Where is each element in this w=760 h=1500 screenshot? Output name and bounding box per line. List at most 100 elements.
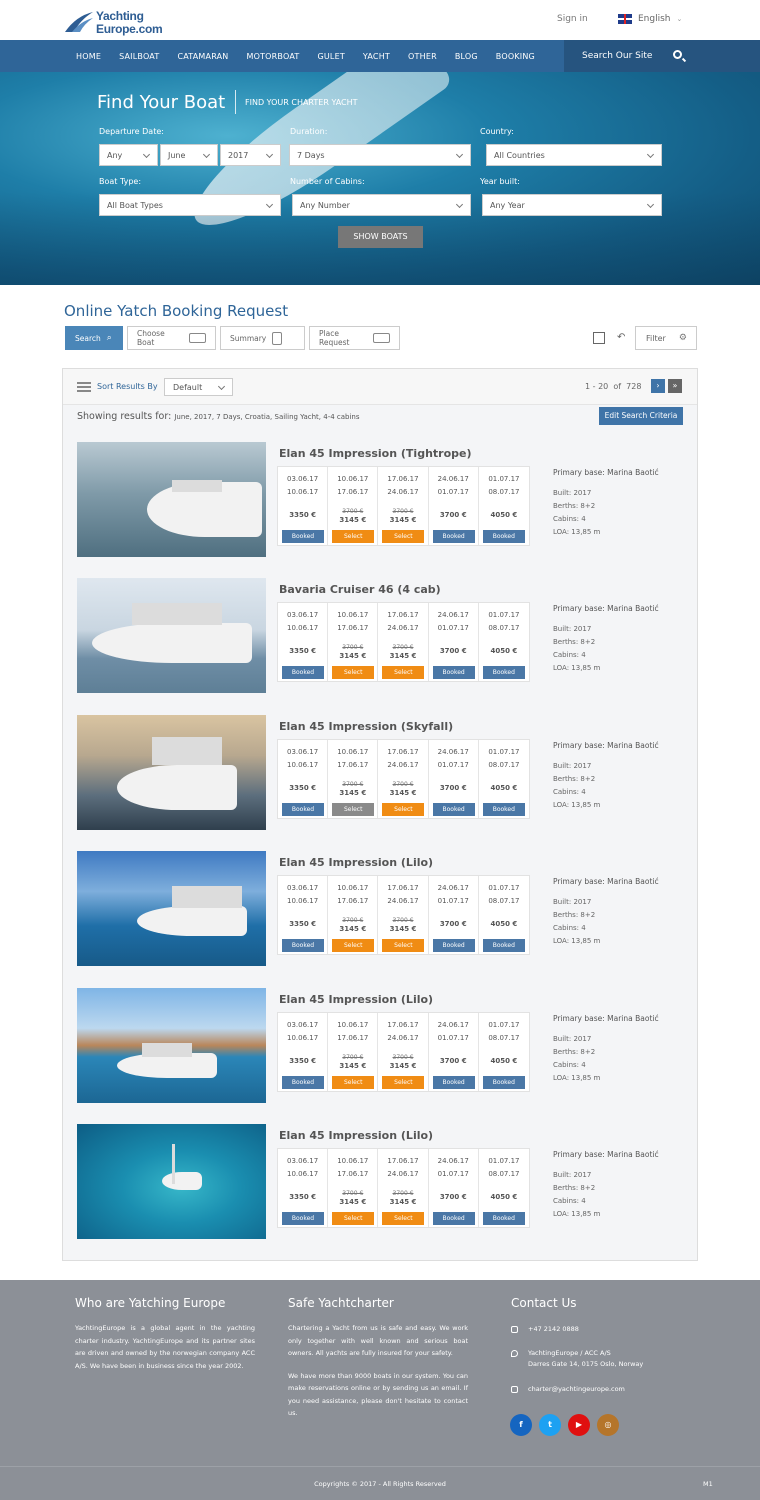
boat-name[interactable]: Bavaria Cruiser 46 (4 cab) [279, 583, 441, 596]
youtube-icon[interactable]: ▶ [568, 1414, 590, 1436]
site-search[interactable]: Search Our Site [564, 40, 760, 72]
duration-select[interactable]: 7 Days [289, 144, 471, 166]
search-icon[interactable] [673, 50, 682, 59]
step-place-request[interactable]: Place Request [309, 326, 400, 350]
period-column: 01.07.17 08.07.17 4050 € Booked [479, 1013, 529, 1091]
period-to: 17.06.17 [337, 760, 369, 769]
menu-icon[interactable] [77, 382, 91, 392]
boat-photo[interactable] [77, 714, 266, 830]
booked-button[interactable]: Booked [282, 1212, 324, 1225]
old-price: 3700 € [342, 1053, 364, 1061]
nav-item-home[interactable]: HOME [67, 52, 110, 61]
filter-button[interactable]: Filter ⚙ [635, 326, 697, 350]
select-button[interactable]: Select [382, 802, 425, 816]
day-select[interactable]: Any [99, 144, 158, 166]
boat-name[interactable]: Elan 45 Impression (Lilo) [279, 856, 433, 869]
sort-select[interactable]: Default [164, 378, 233, 396]
select-button[interactable]: Select [332, 666, 375, 680]
booked-button[interactable]: Booked [432, 939, 475, 953]
period-column: 17.06.17 24.06.17 3700 € 3145 € Select [378, 1012, 429, 1091]
step-summary-label: Summary [230, 333, 267, 343]
select-button[interactable]: Select [332, 1075, 375, 1089]
next-page-button[interactable]: › [651, 379, 665, 393]
period-to: 01.07.17 [437, 760, 469, 769]
booked-button[interactable]: Booked [482, 802, 525, 816]
select-button[interactable]: Select [332, 939, 375, 953]
boat-photo[interactable] [77, 442, 266, 557]
period-to: 08.07.17 [488, 624, 520, 633]
booked-button[interactable]: Booked [282, 802, 324, 816]
step-choose-boat[interactable]: Choose Boat [127, 326, 216, 350]
nav-item-motorboat[interactable]: MOTORBOAT [237, 52, 308, 61]
nav-item-blog[interactable]: BLOG [446, 52, 487, 61]
hero-title: Find Your Boat [97, 92, 226, 113]
booked-button[interactable]: Booked [432, 1075, 475, 1089]
select-button[interactable]: Select [332, 530, 375, 543]
price: 3145 € [339, 516, 367, 524]
yearbuilt-select[interactable]: Any Year [482, 194, 662, 216]
booked-button[interactable]: Booked [482, 666, 525, 680]
booked-button[interactable]: Booked [482, 530, 525, 543]
boat-photo[interactable] [77, 1124, 266, 1239]
booked-button[interactable]: Booked [432, 1212, 475, 1225]
last-page-button[interactable]: » [668, 379, 682, 393]
cabins-select[interactable]: Any Number [292, 194, 471, 216]
twitter-icon[interactable]: t [539, 1414, 561, 1436]
select-button[interactable]: Select [382, 1075, 425, 1089]
booked-button[interactable]: Booked [282, 530, 324, 543]
boat-name[interactable]: Elan 45 Impression (Lilo) [279, 1129, 433, 1142]
instagram-icon[interactable]: ◎ [597, 1414, 619, 1436]
site-logo[interactable]: Yachting Europe.com [64, 6, 174, 36]
nav-item-catamaran[interactable]: CATAMARAN [168, 52, 237, 61]
select-button[interactable]: Select [382, 939, 425, 953]
booked-button[interactable]: Booked [282, 939, 324, 953]
year-select[interactable]: 2017 [220, 144, 281, 166]
nav-item-gulet[interactable]: GULET [308, 52, 353, 61]
nav-item-booking[interactable]: BOOKING [487, 52, 544, 61]
country-select[interactable]: All Countries [486, 144, 662, 166]
main-nav: HOME SAILBOAT CATAMARAN MOTORBOAT GULET … [0, 40, 760, 72]
step-search[interactable]: Search ⌕ [65, 326, 123, 350]
facebook-icon[interactable]: f [510, 1414, 532, 1436]
boattype-select[interactable]: All Boat Types [99, 194, 281, 216]
contact-email[interactable]: charter@yachtingeurope.com [511, 1384, 625, 1395]
booked-button[interactable]: Booked [432, 666, 475, 680]
page-from: 1 [585, 382, 591, 391]
booked-button[interactable]: Booked [282, 1075, 324, 1089]
booked-button[interactable]: Booked [432, 530, 475, 543]
select-button[interactable]: Select [382, 530, 425, 543]
boat-name[interactable]: Elan 45 Impression (Tightrope) [279, 447, 472, 460]
select-button[interactable]: Select [382, 1212, 425, 1225]
month-select[interactable]: June [160, 144, 218, 166]
boat-photo[interactable] [77, 578, 266, 694]
booked-button[interactable]: Booked [482, 939, 525, 953]
social-links: f t ▶ ◎ [510, 1414, 619, 1436]
booked-button[interactable]: Booked [482, 1075, 525, 1089]
booked-button[interactable]: Booked [482, 1212, 525, 1225]
period-to: 24.06.17 [387, 1170, 419, 1178]
select-button[interactable]: Select [332, 802, 375, 816]
edit-search-button[interactable]: Edit Search Criteria [599, 407, 683, 425]
booked-button[interactable]: Booked [282, 666, 324, 680]
show-boats-button[interactable]: SHOW BOATS [338, 226, 423, 248]
boat-photo[interactable] [77, 987, 266, 1103]
nav-item-sailboat[interactable]: SAILBOAT [110, 52, 168, 61]
language-selector[interactable]: English ⌄ [618, 14, 682, 24]
boat-name[interactable]: Elan 45 Impression (Skyfall) [279, 720, 453, 733]
undo-icon[interactable]: ↶ [617, 332, 625, 344]
boat-photo[interactable] [77, 851, 266, 967]
calculator-icon[interactable] [593, 332, 605, 344]
contact-address: YachtingEurope / ACC A/S Darres Gate 14,… [511, 1348, 643, 1370]
select-button[interactable]: Select [332, 1212, 375, 1225]
select-button[interactable]: Select [382, 666, 425, 680]
period-to: 24.06.17 [387, 897, 419, 906]
boat-name[interactable]: Elan 45 Impression (Lilo) [279, 993, 433, 1006]
booked-button[interactable]: Booked [432, 802, 475, 816]
old-price: 3700 € [342, 780, 364, 788]
signin-link[interactable]: Sign in [557, 14, 588, 24]
nav-item-other[interactable]: OTHER [399, 52, 446, 61]
step-summary[interactable]: Summary [220, 326, 305, 350]
booking-steps: Search ⌕ Choose Boat Summary Place Reque… [65, 326, 400, 350]
contact-phone[interactable]: +47 2142 0888 [511, 1324, 579, 1335]
nav-item-yacht[interactable]: YACHT [354, 52, 399, 61]
